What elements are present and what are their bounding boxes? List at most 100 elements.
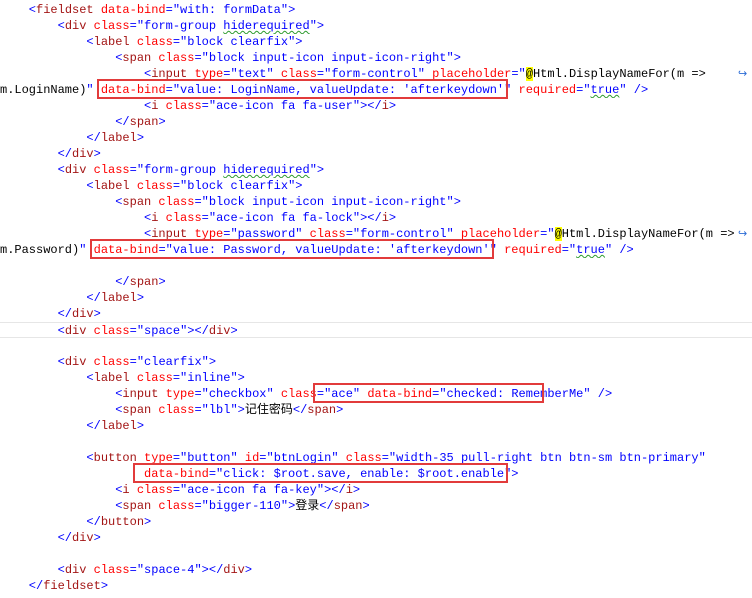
code-token: =" [201,99,217,113]
code-line[interactable] [0,434,752,450]
code-line[interactable]: <i class="ace-icon fa fa-key"></i> [0,482,752,498]
code-line[interactable]: m.LoginName)" data-bind="value: LoginNam… [0,82,752,98]
code-line[interactable]: <input type="checkbox" class="ace" data-… [0,386,752,402]
code-token: > [93,147,101,161]
code-line[interactable]: <span class="block input-icon input-icon… [0,50,752,66]
code-token: =" [432,387,447,401]
code-line[interactable]: data-bind="click: $root.save, enable: $r… [0,466,752,482]
code-line[interactable]: </span> [0,114,752,130]
code-line[interactable]: <div class="space-4"></div> [0,562,752,578]
code-line[interactable]: <i class="ace-icon fa fa-lock"></i> [0,210,752,226]
code-token: =" [129,163,145,177]
code-line[interactable]: <span class="bigger-110">登录</span> [0,498,752,514]
code-line[interactable]: <label class="block clearfix"> [0,34,752,50]
code-token: bigger-110 [208,499,281,513]
code-line[interactable]: <input type="password" class="form-contr… [0,226,752,242]
code-token: ace-icon fa fa-lock [216,211,353,225]
code-token: " [230,451,238,465]
code-token: ace [331,387,353,401]
code-line[interactable]: <span class="lbl">记住密码</span> [0,402,752,418]
code-token: "></ [352,211,382,225]
code-token: "></ [316,483,346,497]
code-line[interactable]: </div> [0,306,752,322]
code-line[interactable]: </span> [0,274,752,290]
code-token: block clearfix [187,179,289,193]
code-token: </ [0,531,73,545]
code-token: 登录 [295,499,320,513]
code-token: class [158,99,202,113]
code-token: </ [0,115,130,129]
code-token: =" [540,227,555,241]
code-token: " [352,387,368,401]
code-line[interactable]: <i class="ace-icon fa fa-user"></i> [0,98,752,114]
code-token: div [64,324,87,338]
code-line[interactable]: </fieldset> [0,578,752,594]
code-line[interactable] [0,338,752,354]
code-token: span [122,499,152,513]
code-line[interactable]: <label class="inline"> [0,370,752,386]
code-token: label [93,371,130,385]
code-line[interactable]: </label> [0,130,752,146]
code-token: div [223,563,245,577]
code-token: > [100,579,109,593]
code-line[interactable]: <div class="clearfix"> [0,354,752,370]
code-token: < [0,3,37,17]
code-token: block input-icon input-icon-right [208,195,447,209]
code-token: =" [316,67,332,81]
code-line[interactable]: </label> [0,290,752,306]
code-token: =" [129,324,145,338]
code-line[interactable]: <div class="form-group hiderequired"> [0,18,752,34]
code-line[interactable]: <label class="block clearfix"> [0,178,752,194]
code-token: class [129,35,173,49]
code-line[interactable]: <fieldset data-bind="with: formData"> [0,2,752,18]
code-token: =" [172,451,188,465]
code-token: div [64,355,87,369]
code-line[interactable]: <div class="space"></div> [0,322,752,338]
code-token: "> [280,499,296,513]
code-line[interactable]: </div> [0,530,752,546]
code-token: =" [345,227,361,241]
code-token: click: $root.save, enable: $root.enable [223,467,505,481]
code-line[interactable]: </label> [0,418,752,434]
code-token: value: Password, valueUpdate: 'afterkeyd… [172,243,490,257]
code-token: </ [0,291,101,305]
code-token: =" [194,387,209,401]
code-token: " /> [583,387,613,401]
code-token: class [151,195,195,209]
code-token: i [122,483,130,497]
code-token: checked: RememberMe [446,387,584,401]
code-line[interactable]: <button type="button" id="btnLogin" clas… [0,450,752,466]
code-token: div [64,163,87,177]
code-token: "> [446,51,461,65]
code-token: true [576,243,605,257]
code-token: " [79,243,94,257]
code-token: block input-icon input-icon-right [208,51,447,65]
code-token: m.LoginName) [0,83,87,97]
code-token: input [122,387,159,401]
code-token: " [331,451,339,465]
code-token: =" [194,499,209,513]
code-line[interactable]: m.Password)" data-bind="value: Password,… [0,242,752,258]
code-line[interactable] [0,258,752,274]
code-line[interactable]: <span class="block input-icon input-icon… [0,194,752,210]
code-token: "> [280,3,296,17]
code-token: "> [504,467,519,481]
code-line[interactable]: <div class="form-group hiderequired"> [0,162,752,178]
code-token: </ [0,579,44,593]
code-token: "> [309,163,325,177]
code-editor[interactable]: <fieldset data-bind="with: formData"> <d… [0,0,752,598]
code-line[interactable]: <input type="text" class="form-control" … [0,66,752,82]
code-line[interactable] [0,546,752,562]
code-token: required [504,243,562,257]
code-token: span [122,51,152,65]
code-token: class [129,371,173,385]
code-token: < [0,211,152,225]
code-token: class [129,483,173,497]
code-token: span [122,403,152,417]
code-line[interactable]: </button> [0,514,752,530]
code-token: </ [0,275,130,289]
code-line[interactable]: </div> [0,146,752,162]
code-token: < [0,451,94,465]
code-token: " [698,451,706,465]
code-token: div [72,531,94,545]
